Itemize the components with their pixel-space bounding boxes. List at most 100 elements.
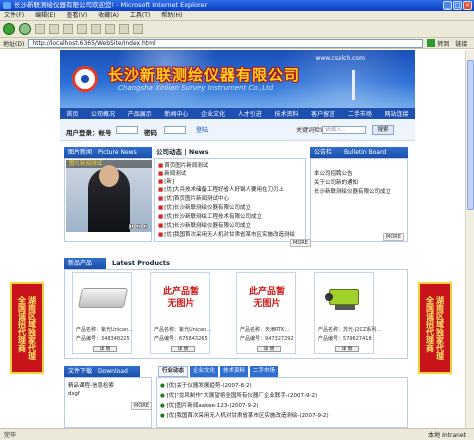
product-name-label: 产品名称： [318, 327, 344, 333]
tab-secondhand[interactable]: 二手市场 [250, 366, 279, 377]
download-item[interactable]: 精品课程-信息检索 [68, 381, 114, 389]
forward-icon[interactable] [19, 23, 31, 35]
menu-edit[interactable]: 编辑(E) [35, 12, 55, 19]
product-card[interactable]: 产品名称：苏光-J2CZ系列... 产品编号：579627418 详 情 [314, 272, 381, 354]
product-detail-button[interactable]: 详 情 [257, 346, 281, 352]
bulletin-item[interactable]: 长沙新联测绘仪器有限公司成立 [314, 187, 391, 195]
search-button[interactable]: 搜索 [372, 125, 394, 135]
menu-tools[interactable]: 工具(T) [130, 12, 150, 19]
address-input[interactable]: http://localhost:6365/WebSite/Index.html [28, 38, 424, 48]
history-icon[interactable] [105, 24, 115, 34]
site-banner: 长沙新联测绘仪器有限公司 Changsha Xinlian Survey Ins… [60, 50, 415, 108]
product-name-line: 产品名称：紫光Unican... [76, 326, 133, 333]
news-item[interactable]: ■[优]长沙新联测绘仪器有限公司成立 [158, 203, 251, 211]
left-ad-banner[interactable]: 全国诚招代理商 湖南区域独家代理 [10, 282, 44, 374]
close-button[interactable]: × [463, 1, 472, 10]
nav-secondhand[interactable]: 二手市场 [348, 109, 372, 118]
picnews-page-2[interactable]: 2 [136, 224, 141, 229]
right-ad-text-2: 湖南区域独家代理 [435, 296, 445, 360]
culture-item-text: [优]图片新闻aakee-123-(2007-9-2) [166, 403, 259, 409]
bulletin-item[interactable]: 本公司招聘公告 [314, 169, 353, 177]
stop-icon[interactable] [35, 24, 45, 34]
menu-favorites[interactable]: 收藏(A) [98, 12, 119, 19]
nav-about[interactable]: 公司概况 [91, 109, 115, 118]
nav-techdocs[interactable]: 技术资料 [274, 109, 298, 118]
news-item[interactable]: ■[优]长沙新联测绘工程技术有限公司成立 [158, 212, 262, 220]
download-item[interactable]: dsgf [68, 391, 80, 397]
password-input[interactable] [164, 126, 186, 134]
nav-products[interactable]: 产品展示 [128, 109, 152, 118]
menu-view[interactable]: 查看(V) [66, 12, 87, 19]
picnews-page-3[interactable]: 3 [143, 224, 148, 229]
culture-item[interactable]: ● [优]关于仪器发展趋势-(2007-8-2) [160, 381, 252, 389]
keyword-search-input[interactable]: 请输入... [322, 126, 366, 134]
product-code-line: 产品编号：579627418 [318, 335, 372, 342]
account-input[interactable] [116, 126, 138, 134]
nav-talent[interactable]: 人才引进 [238, 109, 262, 118]
back-icon[interactable] [3, 23, 15, 35]
minimize-button[interactable]: _ [443, 1, 452, 10]
refresh-icon[interactable] [49, 24, 59, 34]
picnews-page-1[interactable]: 1 [129, 224, 134, 229]
print-icon[interactable] [133, 24, 143, 34]
news-item[interactable]: ■[优]长沙新联测绘仪器有限公司成立 [158, 221, 251, 229]
tab-techdocs[interactable]: 技术资料 [220, 366, 249, 377]
links-label[interactable]: 链接 [455, 39, 467, 48]
favorites-icon[interactable] [91, 24, 101, 34]
search-icon[interactable] [77, 24, 87, 34]
bulletin-item[interactable]: 关于公司新的通知 [314, 178, 358, 186]
product-image-scanner [77, 276, 129, 320]
nav-guestbook[interactable]: 客户留言 [311, 109, 335, 118]
news-more-button[interactable]: MORE [290, 239, 311, 247]
product-detail-button[interactable]: 详 情 [171, 346, 195, 352]
maximize-button[interactable]: □ [453, 1, 462, 10]
culture-item[interactable]: ● [优]我国首次采用无人机对甘肃省某市区实施改造测绘-(2007-9-2) [160, 411, 329, 419]
picnews-image[interactable]: 图片新闻测试 1 2 3 [66, 160, 152, 232]
bulletin-title: 公告栏 [314, 149, 333, 156]
news-item[interactable]: ■[优]首页图片新闻测试中心 [158, 194, 229, 202]
company-news-panel: ■首页图片新闻测试 ■新闻测试 ■[新] ■[优]大兵技术储备工程好省人好钢人要… [154, 158, 306, 242]
scrollbar-thumb[interactable] [467, 60, 474, 210]
home-icon[interactable] [63, 24, 73, 34]
news-item[interactable]: ■新闻测试 [158, 169, 186, 177]
news-item[interactable]: ■首页图片新闻测试 [158, 161, 208, 169]
nav-news[interactable]: 新闻中心 [164, 109, 188, 118]
news-item-text: [优]首页图片新闻测试中心 [164, 196, 229, 202]
news-item[interactable]: ■[新] [158, 177, 174, 185]
product-detail-button[interactable]: 详 情 [93, 346, 117, 352]
tab-industry[interactable]: 行业动态 [158, 366, 189, 377]
site-url: www.csxlch.com [315, 55, 365, 62]
product-card[interactable]: 此产品暂无图片 产品名称：紫光Unican... 产品编号：675843265 … [150, 272, 211, 354]
product-image-level [319, 276, 371, 320]
nav-culture[interactable]: 企业文化 [201, 109, 225, 118]
tab-culture[interactable]: 企业文化 [190, 366, 219, 377]
culture-item[interactable]: ● [优]"龙风制作"大展望将全国所有仪器厂企业联手-(2007-9-2) [160, 391, 317, 399]
news-item[interactable]: ■[优]大兵技术储备工程好省人好钢人要用在刀刃上 [158, 185, 284, 193]
news-item[interactable]: ■[优]我国首次采用无人机对甘肃省某市区实施改造测绘 [158, 230, 295, 238]
product-card[interactable]: 产品名称：紫光Unican... 产品编号：348348225 详 情 [72, 272, 133, 354]
go-arrow-icon [427, 39, 436, 47]
download-header: 文件下载 Download [64, 366, 140, 377]
download-title-en: Download [97, 368, 128, 375]
go-button[interactable]: 转到 [427, 39, 449, 48]
download-more-button[interactable]: MORE [131, 402, 152, 410]
menu-file[interactable]: 文件(F) [4, 12, 24, 19]
culture-tabs: 行业动态 企业文化 技术资料 二手市场 [158, 366, 408, 377]
mail-icon[interactable] [119, 24, 129, 34]
login-button[interactable]: 登陆 [196, 125, 208, 134]
nav-home[interactable]: 首页 [66, 109, 78, 118]
product-code: 675843265 [179, 336, 208, 342]
menu-help[interactable]: 帮助(H) [161, 12, 182, 19]
product-detail-button[interactable]: 详 情 [335, 346, 359, 352]
vertical-scrollbar[interactable] [465, 50, 474, 428]
product-card[interactable]: 此产品暂无图片 产品名称：天津RTK... 产品编号：947327292 详 情 [236, 272, 296, 354]
culture-item[interactable]: ● [优]图片新闻aakee-123-(2007-9-2) [160, 401, 259, 409]
right-ad-banner[interactable]: 全国诚招代理商 湖南区域独家代理 [418, 282, 452, 374]
bulletin-more-button[interactable]: MORE [383, 233, 404, 241]
product-name: 紫光Unican... [179, 327, 211, 333]
tv-tower-icon [352, 70, 355, 100]
product-code-label: 产品编号： [240, 336, 266, 342]
no-image-text: 此产品暂无图片 [163, 287, 200, 309]
company-name-en: Changsha Xinlian Survey Instrument Co.,L… [118, 84, 274, 92]
nav-links[interactable]: 网站连接 [385, 109, 409, 118]
